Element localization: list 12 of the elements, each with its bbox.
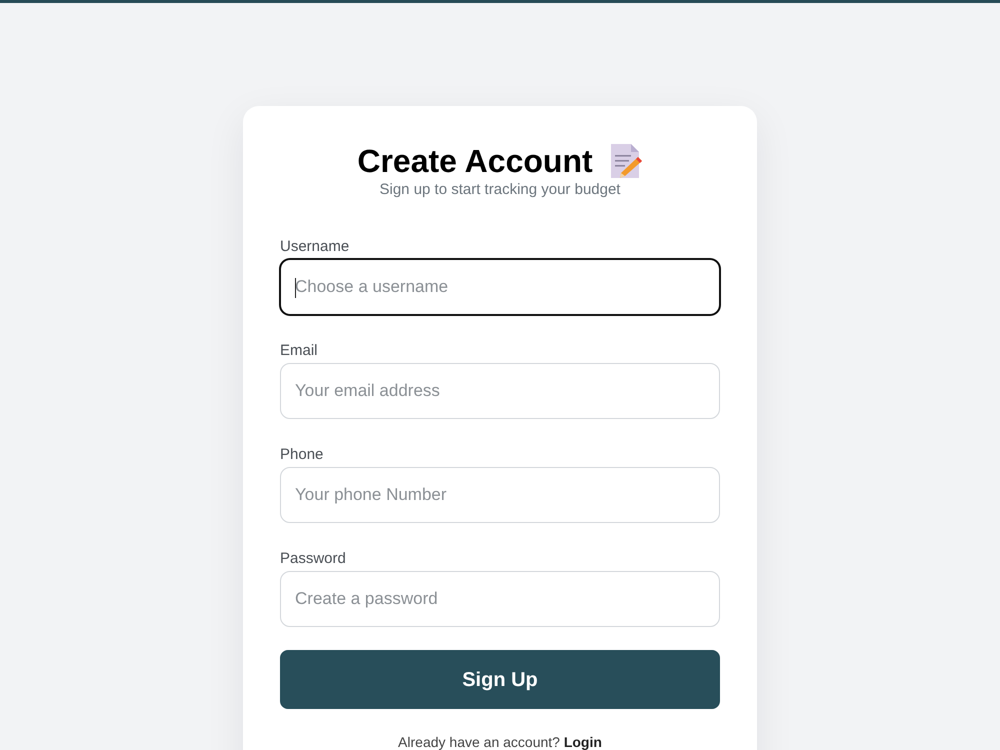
text-cursor [295, 278, 296, 298]
login-prompt: Already have an account? Login [397, 733, 603, 750]
field-label: Password [280, 550, 347, 568]
field-label: Username [280, 238, 350, 256]
login-link[interactable]: Login [564, 734, 602, 750]
field-label: Email [280, 342, 319, 360]
page-subtitle: Sign up to start tracking your budget [378, 180, 622, 200]
page-title: Create Account [357, 142, 593, 180]
sign-up-button[interactable]: Sign Up [280, 650, 720, 709]
input-field[interactable]: Choose a username [280, 259, 720, 315]
memo-pencil-icon [608, 143, 643, 179]
field-label: Phone [280, 446, 324, 464]
